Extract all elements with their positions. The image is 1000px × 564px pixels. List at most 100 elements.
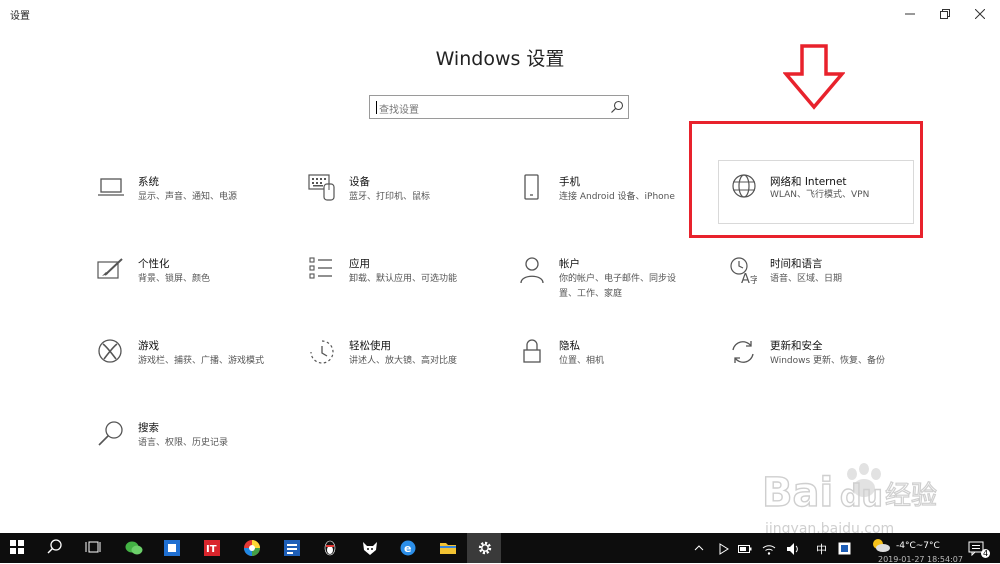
minimize-button[interactable] bbox=[895, 3, 925, 25]
tile-desc: 卸载、默认应用、可选功能 bbox=[349, 274, 458, 284]
close-icon bbox=[975, 9, 985, 19]
svg-text:e: e bbox=[404, 542, 411, 555]
tile-desc: 蓝牙、打印机、鼠标 bbox=[349, 192, 431, 202]
taskbar-app-qq[interactable] bbox=[312, 533, 346, 563]
taskbar-app-5[interactable] bbox=[352, 533, 386, 563]
weather-icon bbox=[873, 539, 890, 552]
taskbar-app-1[interactable] bbox=[154, 533, 188, 563]
office-app-icon bbox=[164, 540, 180, 556]
phone-icon bbox=[524, 174, 539, 200]
tile-desc: 背景、锁屏、颜色 bbox=[138, 274, 211, 284]
tile-update-security[interactable]: 更新和安全 Windows 更新、恢复、备份 bbox=[729, 336, 919, 384]
volume-icon[interactable] bbox=[786, 542, 800, 556]
laptop-icon bbox=[98, 178, 124, 196]
search-input[interactable]: 查找设置 bbox=[369, 95, 629, 119]
taskbar-app-4[interactable] bbox=[274, 533, 308, 563]
tile-title: 隐私 bbox=[559, 340, 580, 352]
update-icon bbox=[732, 341, 754, 363]
taskbar-settings[interactable] bbox=[467, 533, 501, 563]
tile-desc: 讲述人、放大镜、高对比度 bbox=[349, 356, 458, 366]
tile-privacy[interactable]: 隐私 位置、相机 bbox=[518, 336, 708, 384]
tile-time-language[interactable]: A 字 时间和语言 语音、区域、日期 bbox=[729, 254, 919, 302]
search-placeholder: 查找设置 bbox=[379, 105, 419, 116]
tile-title: 系统 bbox=[138, 176, 159, 188]
highlight-box bbox=[689, 121, 923, 238]
lock-icon bbox=[523, 339, 541, 363]
down-arrow-icon bbox=[783, 44, 845, 110]
taskbar-search-button[interactable] bbox=[38, 533, 72, 563]
tile-desc: 位置、相机 bbox=[559, 356, 605, 366]
tile-title: 搜索 bbox=[138, 422, 159, 434]
tile-desc: 语音、区域、日期 bbox=[770, 274, 843, 284]
tile-desc: 语言、权限、历史记录 bbox=[138, 438, 229, 448]
tray-app-icon[interactable] bbox=[718, 543, 730, 555]
restore-button[interactable] bbox=[930, 3, 960, 25]
browser-icon: e bbox=[400, 540, 416, 556]
search-icon[interactable] bbox=[610, 100, 624, 114]
keyboard-icon bbox=[308, 174, 335, 201]
tile-title: 个性化 bbox=[138, 258, 170, 270]
fox-icon bbox=[363, 542, 377, 555]
close-button[interactable] bbox=[965, 3, 995, 25]
tile-title: 手机 bbox=[559, 176, 580, 188]
weather-temp: -4°C~7°C bbox=[896, 541, 940, 551]
svg-text:字: 字 bbox=[750, 274, 757, 284]
taskbar: IT e 中 -4°C~7°C 2019-01-27 18:54:07 4 bbox=[0, 533, 1000, 564]
time-language-icon: A 字 bbox=[730, 257, 757, 284]
tile-desc: Windows 更新、恢复、备份 bbox=[770, 356, 886, 366]
tile-title: 轻松使用 bbox=[349, 340, 391, 352]
watermark-brand2: du bbox=[840, 479, 883, 514]
tile-title: 时间和语言 bbox=[770, 258, 823, 270]
tile-title: 帐户 bbox=[559, 258, 580, 270]
penguin-icon bbox=[324, 540, 336, 556]
taskbar-file-explorer[interactable] bbox=[430, 533, 464, 563]
tile-desc: 游戏栏、捕获、广播、游戏模式 bbox=[138, 356, 265, 366]
notification-count: 4 bbox=[981, 549, 991, 558]
start-button[interactable] bbox=[0, 533, 34, 563]
ime-mode-icon[interactable] bbox=[838, 542, 851, 555]
window-title: 设置 bbox=[10, 11, 30, 22]
page-title: Windows 设置 bbox=[435, 48, 565, 70]
tile-phone[interactable]: 手机 连接 Android 设备、iPhone bbox=[518, 172, 708, 220]
red-app-icon: IT bbox=[204, 540, 220, 556]
gear-icon bbox=[478, 541, 492, 555]
task-view-button[interactable] bbox=[76, 533, 110, 563]
taskbar-app-3[interactable] bbox=[234, 533, 268, 563]
taskbar-app-2[interactable]: IT bbox=[194, 533, 228, 563]
tile-title: 更新和安全 bbox=[770, 340, 823, 352]
tile-search[interactable]: 搜索 语言、权限、历史记录 bbox=[97, 418, 287, 466]
tile-gaming[interactable]: 游戏 游戏栏、捕获、广播、游戏模式 bbox=[97, 336, 287, 384]
text-caret bbox=[376, 101, 377, 114]
paint-icon bbox=[97, 258, 123, 279]
tile-system[interactable]: 系统 显示、声音、通知、电源 bbox=[97, 172, 287, 220]
tile-apps[interactable]: 应用 卸载、默认应用、可选功能 bbox=[308, 254, 498, 302]
minimize-icon bbox=[905, 13, 915, 15]
svg-text:IT: IT bbox=[206, 544, 217, 555]
system-tray: 中 -4°C~7°C 2019-01-27 18:54:07 4 bbox=[690, 533, 1000, 564]
battery-icon[interactable] bbox=[738, 543, 752, 555]
ease-of-access-icon bbox=[310, 340, 334, 364]
search-icon bbox=[47, 539, 62, 554]
apps-list-icon bbox=[309, 257, 332, 279]
person-icon bbox=[520, 257, 544, 284]
wifi-icon[interactable] bbox=[762, 542, 776, 556]
ime-indicator[interactable]: 中 bbox=[816, 541, 827, 557]
title-bar: 设置 bbox=[0, 0, 1000, 28]
baidu-jingyan-watermark: Bai du 经验 bbox=[761, 463, 938, 517]
windows-logo-icon bbox=[10, 540, 24, 554]
restore-icon bbox=[940, 9, 950, 19]
watermark-brand-cn: 经验 bbox=[885, 481, 937, 511]
tile-accounts[interactable]: 帐户 你的帐户、电子邮件、同步设置、工作、家庭 bbox=[518, 254, 708, 302]
folder-icon bbox=[440, 543, 456, 554]
taskbar-app-wechat[interactable] bbox=[116, 533, 150, 563]
tile-devices[interactable]: 设备 蓝牙、打印机、鼠标 bbox=[308, 172, 498, 220]
chevron-up-icon[interactable] bbox=[694, 544, 704, 552]
taskbar-app-ie[interactable]: e bbox=[390, 533, 424, 563]
tile-ease-of-access[interactable]: 轻松使用 讲述人、放大镜、高对比度 bbox=[308, 336, 498, 384]
blue-app-icon bbox=[284, 540, 300, 556]
tile-desc: 你的帐户、电子邮件、同步设置、工作、家庭 bbox=[559, 274, 677, 299]
tile-personalization[interactable]: 个性化 背景、锁屏、颜色 bbox=[97, 254, 287, 302]
tile-title: 应用 bbox=[349, 258, 370, 270]
tile-title: 游戏 bbox=[138, 340, 159, 352]
wechat-icon bbox=[125, 541, 143, 555]
